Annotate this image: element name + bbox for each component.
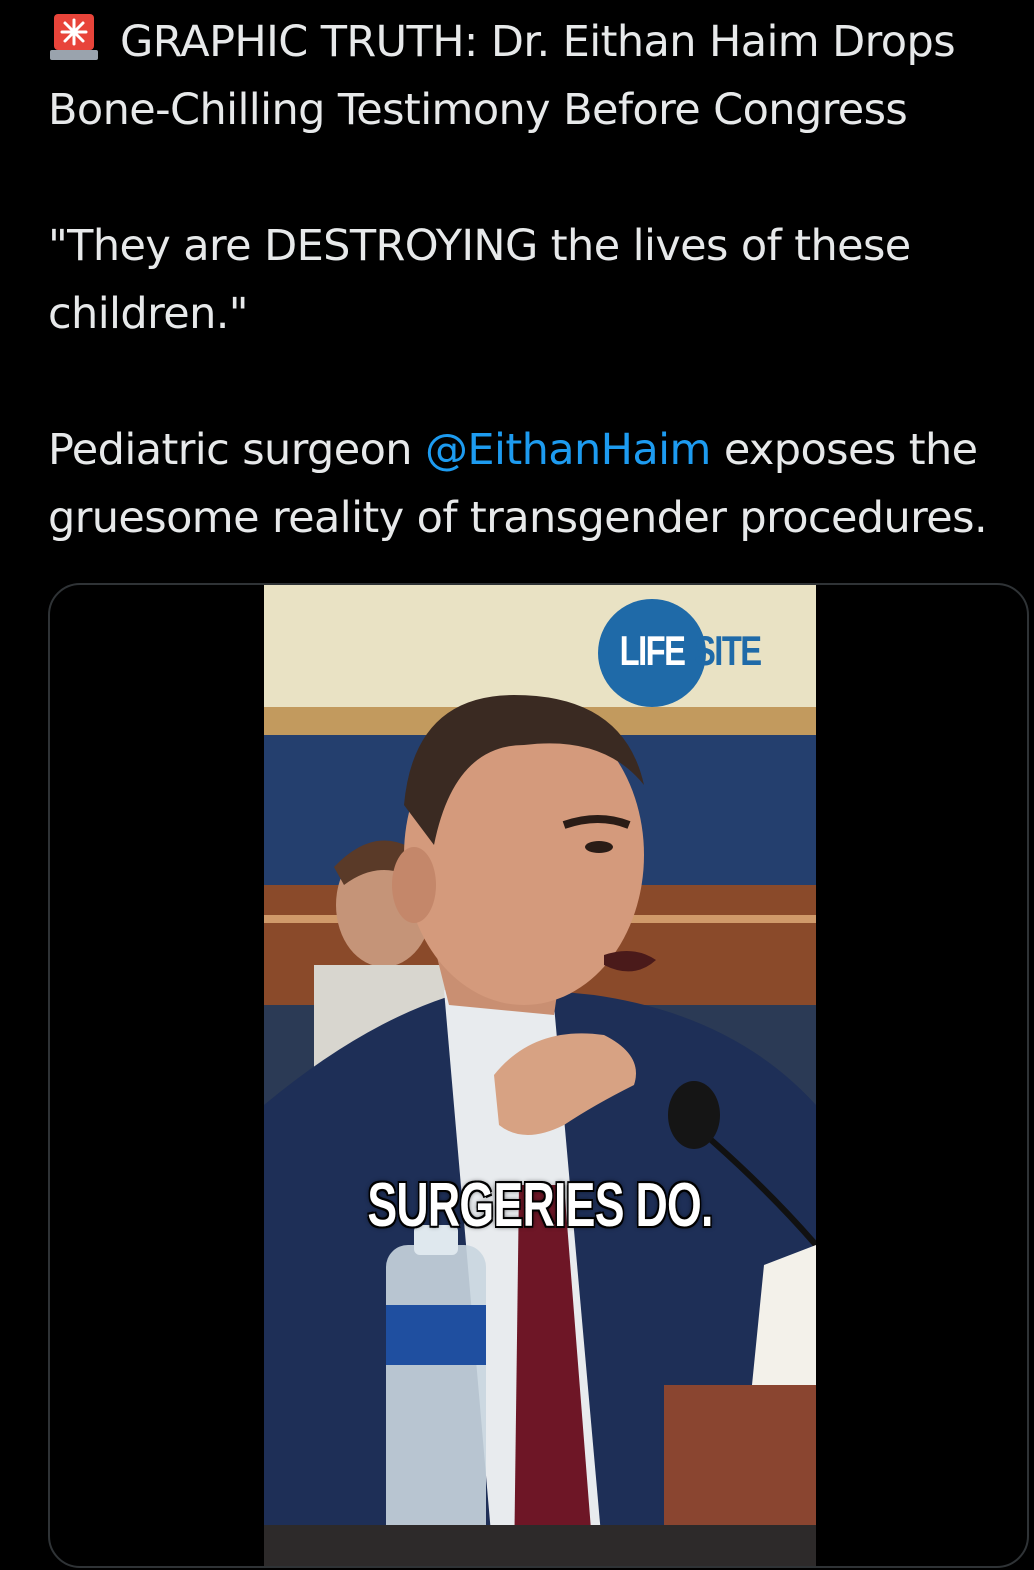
lifesite-logo: LIFE SITE [598,599,808,709]
tweet-body: Pediatric surgeon @EithanHaim exposes th… [48,416,1028,552]
tweet-quote: "They are DESTROYING the lives of these … [48,221,911,339]
tweet-headline: GRAPHIC TRUTH: Dr. Eithan Haim Drops Bon… [48,8,1028,144]
water-bottle [386,1245,486,1566]
video-player[interactable]: LIFE SITE SURGERIES DO. [264,585,816,1566]
rotating-light-icon [48,12,100,62]
microphone [668,1081,720,1149]
logo-text-site: SITE [694,627,762,674]
mention-link[interactable]: @EithanHaim [425,425,711,475]
headline-text: GRAPHIC TRUTH: Dr. Eithan Haim Drops Bon… [48,17,956,135]
logo-text-life: LIFE [619,627,686,674]
body-text-start: Pediatric surgeon [48,425,425,475]
tweet-text: GRAPHIC TRUTH: Dr. Eithan Haim Drops Bon… [48,8,1028,552]
video-caption: SURGERIES DO. [367,1171,713,1240]
media-card[interactable]: LIFE SITE SURGERIES DO. [48,583,1029,1568]
video-frame [264,585,816,1566]
